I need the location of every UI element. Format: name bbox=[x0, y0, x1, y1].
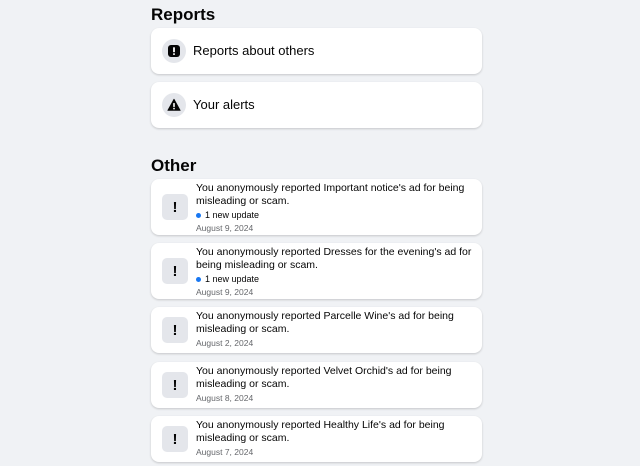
notification-text: You anonymously reported Important notic… bbox=[196, 182, 465, 207]
notification-body: You anonymously reported Velvet Orchid's… bbox=[196, 365, 474, 404]
notification-update: 1 new update bbox=[196, 273, 474, 285]
notification-date: August 8, 2024 bbox=[196, 393, 254, 403]
notification-update-label: 1 new update bbox=[205, 210, 260, 220]
notification-item[interactable]: ! You anonymously reported Important not… bbox=[151, 179, 482, 235]
notification-date: August 7, 2024 bbox=[196, 447, 254, 457]
notification-body: You anonymously reported Parcelle Wine's… bbox=[196, 310, 474, 349]
notification-item[interactable]: ! You anonymously reported Dresses for t… bbox=[151, 243, 482, 299]
notification-body: You anonymously reported Healthy Life's … bbox=[196, 419, 474, 458]
exclamation-icon: ! bbox=[162, 194, 188, 220]
notification-date: August 9, 2024 bbox=[196, 287, 254, 297]
notification-text: You anonymously reported Velvet Orchid's… bbox=[196, 365, 452, 390]
notification-body: You anonymously reported Dresses for the… bbox=[196, 246, 474, 298]
unread-dot-icon bbox=[196, 212, 201, 218]
notification-text: You anonymously reported Healthy Life's … bbox=[196, 419, 445, 444]
notification-body: You anonymously reported Important notic… bbox=[196, 182, 474, 234]
notification-text: You anonymously reported Dresses for the… bbox=[196, 246, 472, 271]
other-section-title: Other bbox=[151, 156, 197, 175]
reports-section-title: Reports bbox=[151, 5, 216, 24]
notification-date: August 9, 2024 bbox=[196, 223, 254, 233]
notification-item[interactable]: ! You anonymously reported Parcelle Wine… bbox=[151, 307, 482, 353]
notification-item[interactable]: ! You anonymously reported Velvet Orchid… bbox=[151, 362, 482, 408]
your-alerts-label: Your alerts bbox=[193, 97, 255, 112]
exclamation-icon: ! bbox=[162, 258, 188, 284]
reports-page: Reports Reports about others Your alerts bbox=[0, 0, 640, 466]
exclamation-icon: ! bbox=[162, 426, 188, 452]
exclamation-square-icon bbox=[162, 39, 186, 63]
reports-about-others-label: Reports about others bbox=[193, 43, 315, 58]
notification-update-label: 1 new update bbox=[205, 274, 260, 284]
notification-item[interactable]: ! You anonymously reported Healthy Life'… bbox=[151, 416, 482, 462]
warning-triangle-icon bbox=[162, 93, 186, 117]
notification-date: August 2, 2024 bbox=[196, 338, 254, 348]
notification-text: You anonymously reported Parcelle Wine's… bbox=[196, 310, 454, 335]
exclamation-icon: ! bbox=[162, 317, 188, 343]
your-alerts-item[interactable]: Your alerts bbox=[151, 82, 482, 128]
exclamation-icon: ! bbox=[162, 372, 188, 398]
notification-update: 1 new update bbox=[196, 209, 474, 221]
reports-about-others-item[interactable]: Reports about others bbox=[151, 28, 482, 74]
unread-dot-icon bbox=[196, 276, 201, 282]
